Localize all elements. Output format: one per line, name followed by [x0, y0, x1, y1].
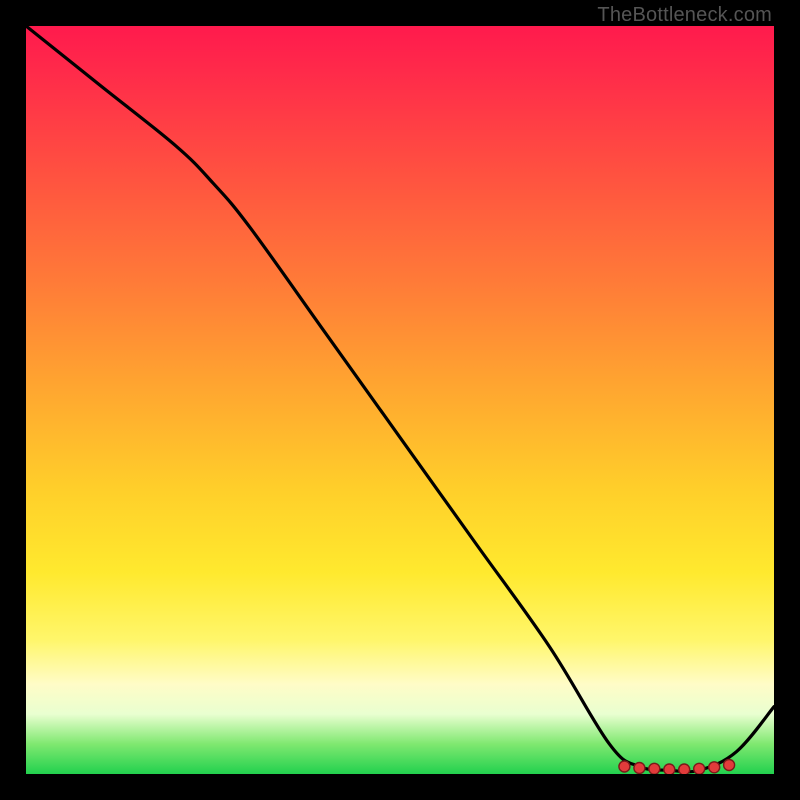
- chart-stage: TheBottleneck.com: [0, 0, 800, 800]
- credit-watermark: TheBottleneck.com: [597, 4, 772, 27]
- chart-gradient-area: [26, 26, 774, 774]
